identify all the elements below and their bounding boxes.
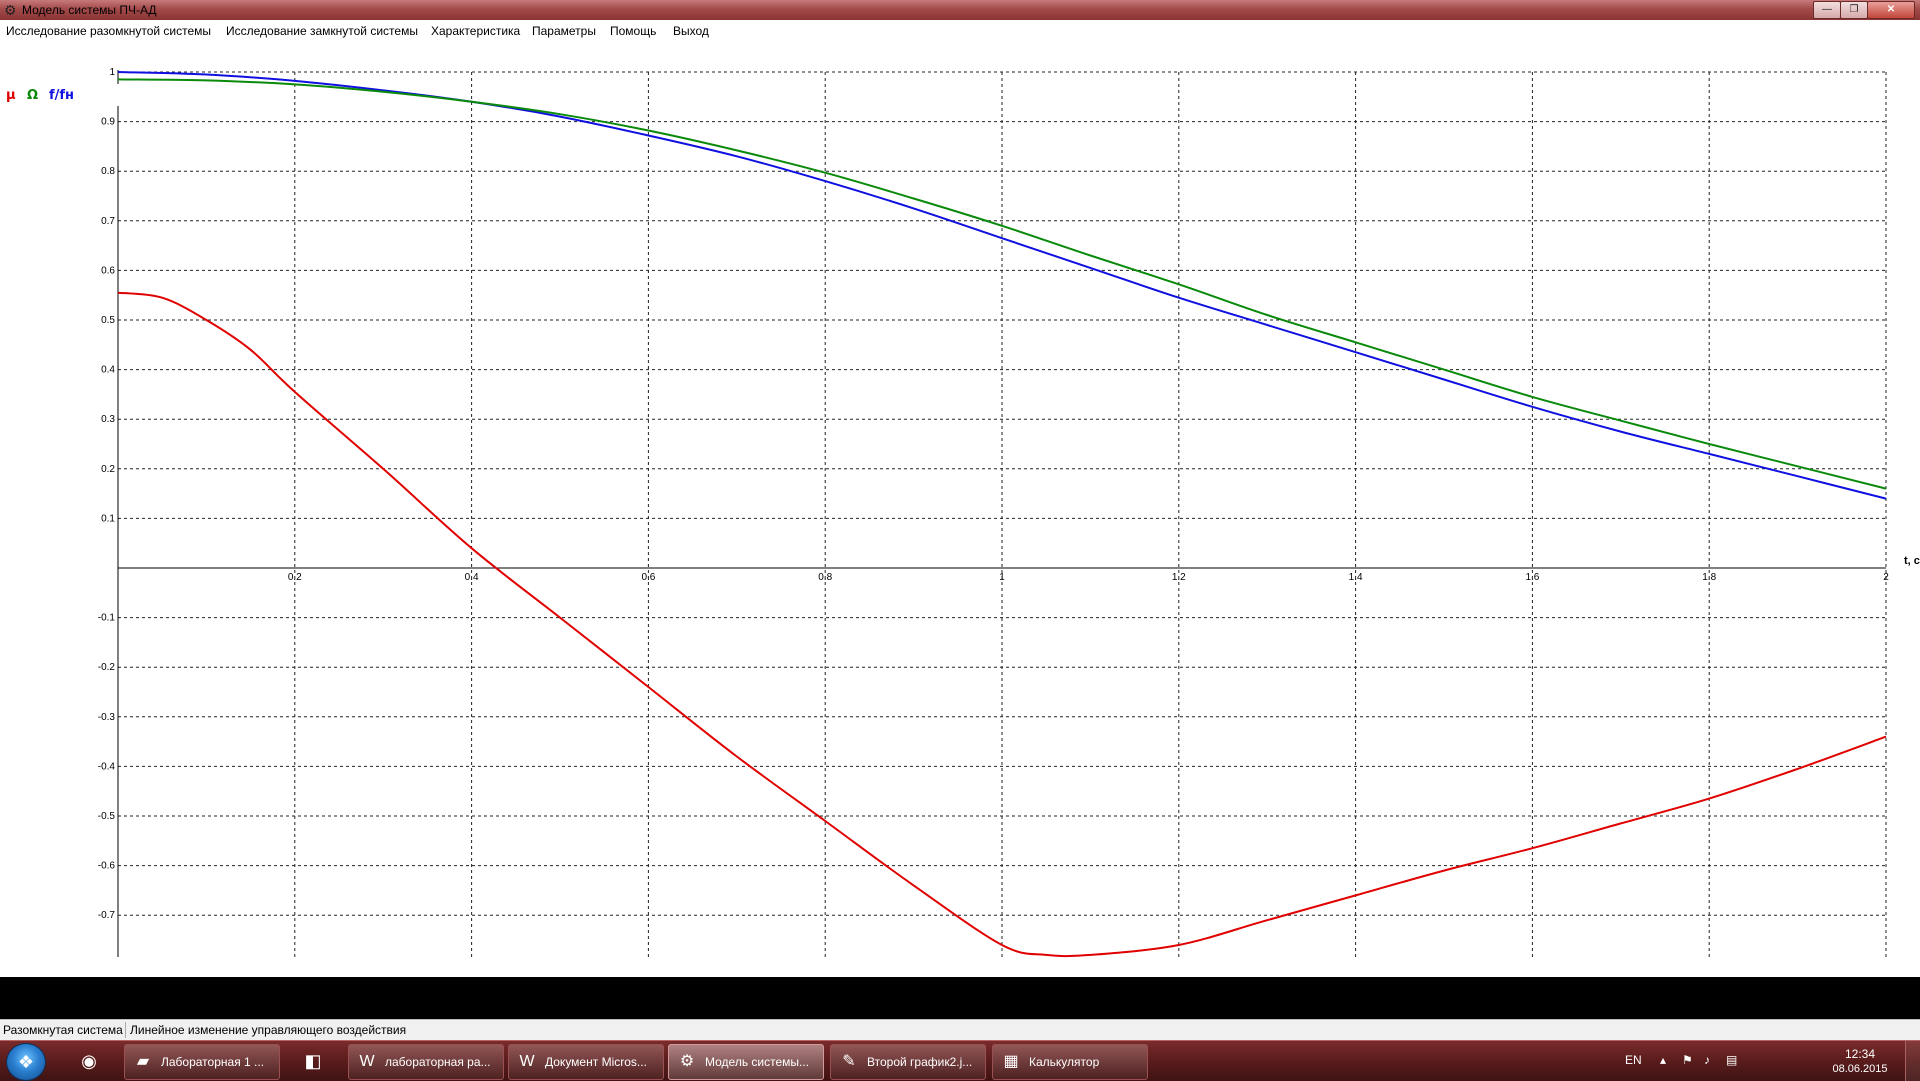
legend-mu: μ <box>6 88 16 103</box>
clock-date[interactable]: 08.06.2015 <box>1822 1063 1898 1075</box>
plot-area: 1 0.9 0.8 0.7 0.6 0.5 0.4 0.3 0.2 0.1 -0.1 -0.2 -0.3… <box>0 42 1920 977</box>
firefox-icon[interactable]: ◉ <box>66 1045 112 1077</box>
x-tick-label: 1.8 <box>1702 572 1716 583</box>
language-indicator[interactable]: EN <box>1625 1053 1642 1067</box>
x-tick-label: 1.6 <box>1525 572 1539 583</box>
speaker-icon[interactable]: ♪ <box>1704 1053 1710 1067</box>
menu-characteristic[interactable]: Характеристика <box>431 24 520 38</box>
word-document-icon: W <box>359 1053 375 1070</box>
taskbar-button-calculator[interactable]: ▦ Калькулятор <box>992 1044 1148 1080</box>
y-tick-label: 0.1 <box>101 513 115 524</box>
y-tick-label: 0.7 <box>101 216 115 227</box>
close-button[interactable]: ✕ <box>1867 1 1915 19</box>
x-axis-label: t, c <box>1904 555 1920 567</box>
x-tick-label: 0.4 <box>465 572 479 583</box>
y-tick-label: -0.4 <box>98 761 116 772</box>
legend-freq: f/fн <box>49 88 75 103</box>
y-tick-label: -0.5 <box>98 811 116 822</box>
legend-omega: Ω <box>27 88 39 103</box>
maximize-button[interactable]: ❐ <box>1840 1 1868 19</box>
clock-time[interactable]: 12:34 <box>1830 1047 1890 1061</box>
network-icon[interactable]: ▤ <box>1726 1053 1737 1067</box>
flag-icon[interactable]: ⚑ <box>1682 1053 1693 1067</box>
taskbar-button-model[interactable]: ⚙ Модель системы... <box>668 1044 824 1080</box>
y-tick-label: 0.5 <box>101 315 115 326</box>
chart-canvas: 1 0.9 0.8 0.7 0.6 0.5 0.4 0.3 0.2 0.1 -0.1 -0.2 -0.3… <box>98 67 1920 958</box>
show-desktop-button[interactable] <box>1905 1041 1920 1081</box>
menu-open-loop[interactable]: Исследование разомкнутой системы <box>6 24 211 38</box>
gear-icon: ⚙ <box>4 2 17 18</box>
y-tick-label: 0.3 <box>101 414 115 425</box>
empty-panel <box>0 977 1920 1019</box>
menu-exit[interactable]: Выход <box>673 24 709 38</box>
windows-start-orb-icon: ❖ <box>17 1052 35 1072</box>
gear-icon: ⚙ <box>679 1053 695 1070</box>
window-titlebar: ⚙ Модель системы ПЧ-АД — ❐ ✕ <box>0 0 1920 20</box>
y-tick-label: 0.8 <box>101 166 115 177</box>
y-tick-label: -0.6 <box>98 861 116 872</box>
y-tick-label: 0.6 <box>101 265 115 276</box>
y-tick-label: 0.2 <box>101 464 115 475</box>
eraser-icon[interactable]: ◧ <box>290 1045 336 1077</box>
menu-closed-loop[interactable]: Исследование замкнутой системы <box>226 24 418 38</box>
y-tick-label: 1 <box>109 67 115 78</box>
x-tick-label: 1 <box>999 572 1005 583</box>
x-tick-label: 1.2 <box>1172 572 1186 583</box>
folder-icon: ▰ <box>136 1053 150 1070</box>
legend: μ Ω f/fн <box>0 84 120 106</box>
word-document-icon: W <box>519 1053 535 1070</box>
menu-bar: Исследование разомкнутой системы Исследо… <box>0 20 1920 43</box>
y-tick-label: -0.1 <box>98 613 116 624</box>
taskbar-button-folder[interactable]: ▰ Лабораторная 1 ... <box>124 1044 280 1080</box>
menu-help[interactable]: Помощь <box>610 24 656 38</box>
x-tick-label: 1.4 <box>1349 572 1363 583</box>
x-tick-label: 0.2 <box>288 572 302 583</box>
paint-icon: ✎ <box>842 1053 856 1070</box>
y-tick-label: -0.7 <box>98 910 116 921</box>
y-tick-label: 0.9 <box>101 117 115 128</box>
taskbar-button-word-1[interactable]: W лабораторная ра... <box>348 1044 504 1080</box>
system-tray: EN ▴ ⚑ ♪ ▤ 12:34 08.06.2015 <box>1620 1041 1920 1081</box>
start-button[interactable]: ❖ <box>6 1043 46 1081</box>
calculator-icon: ▦ <box>1003 1053 1019 1070</box>
taskbar: ❖ ◉ ◧ ▰ Лабораторная 1 ... W лабораторна… <box>0 1040 1920 1081</box>
taskbar-button-word-2[interactable]: W Документ Micros... <box>508 1044 664 1080</box>
y-tick-label: 0.4 <box>101 365 115 376</box>
y-tick-label: -0.2 <box>98 662 116 673</box>
window-title: Модель системы ПЧ-АД <box>22 3 157 17</box>
chevron-up-icon[interactable]: ▴ <box>1660 1053 1666 1067</box>
status-mode: Разомкнутая система <box>0 1022 126 1038</box>
x-tick-label: 0.6 <box>641 572 655 583</box>
minimize-button[interactable]: — <box>1813 1 1841 19</box>
x-tick-label: 2 <box>1883 572 1889 583</box>
status-bar: Разомкнутая система Линейное изменение у… <box>0 1019 1920 1041</box>
tick-labels: 1 0.9 0.8 0.7 0.6 0.5 0.4 0.3 0.2 0.1 -0.1 -0.2 -0.3… <box>98 67 1920 921</box>
taskbar-button-paint[interactable]: ✎ Второй график2.j... <box>830 1044 986 1080</box>
menu-parameters[interactable]: Параметры <box>532 24 596 38</box>
status-description: Линейное изменение управляющего воздейст… <box>130 1023 407 1037</box>
x-tick-label: 0.8 <box>818 572 832 583</box>
y-tick-label: -0.3 <box>98 712 116 723</box>
